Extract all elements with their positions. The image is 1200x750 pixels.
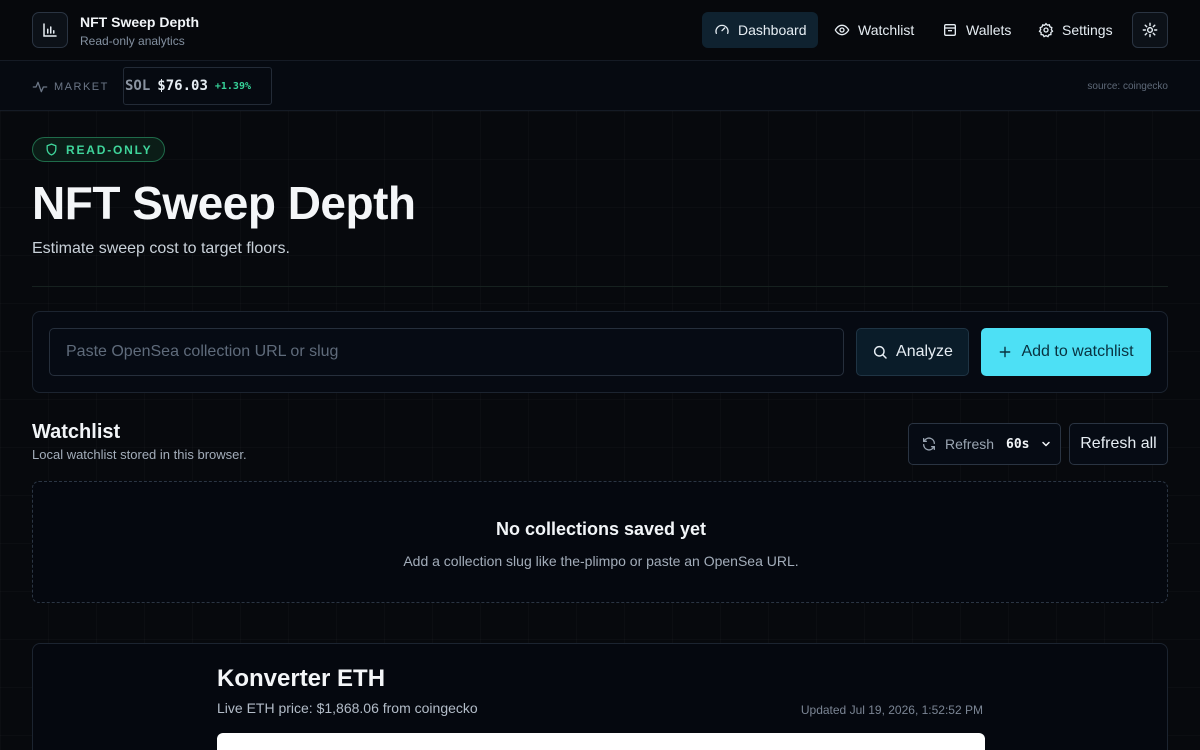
refresh-icon — [923, 437, 935, 451]
nav-watchlist[interactable]: Watchlist — [822, 12, 926, 48]
eth-converter-card: Konverter ETH Live ETH price: $1,868.06 … — [32, 643, 1168, 750]
eye-icon — [834, 24, 850, 36]
watchlist-subtitle: Local watchlist stored in this browser. — [32, 447, 247, 462]
analyze-label: Analyze — [896, 343, 953, 360]
gauge-icon — [715, 24, 729, 34]
brand-subtitle: Read-only analytics — [80, 34, 185, 48]
bar-chart-icon — [43, 23, 57, 37]
nav-settings[interactable]: Settings — [1026, 12, 1125, 48]
add-to-watchlist-label: Add to watchlist — [1021, 343, 1134, 360]
empty-state-title: No collections saved yet — [495, 519, 707, 539]
ticker-change: +1.39% — [214, 80, 251, 92]
watchlist-title: Watchlist — [32, 421, 121, 443]
theme-toggle-button[interactable] — [1132, 12, 1168, 48]
nav-wallets[interactable]: Wallets — [930, 12, 1023, 48]
add-to-watchlist-button[interactable]: Add to watchlist — [981, 328, 1151, 376]
market-label-text: MARKET — [54, 81, 109, 93]
refresh-interval-select[interactable]: Refresh 60s — [908, 423, 1061, 465]
converter-input-panel[interactable] — [217, 733, 985, 750]
market-source: source: coingecko — [1087, 81, 1168, 92]
converter-subtitle: Live ETH price: $1,868.06 from coingecko — [217, 700, 478, 716]
empty-state-subtitle: Add a collection slug like the-plimpo or… — [403, 553, 799, 569]
refresh-label: Refresh — [945, 436, 995, 452]
ticker-price: $76.03 — [157, 78, 208, 94]
market-label: MARKET — [32, 79, 109, 95]
chevron-down-icon — [1041, 441, 1050, 447]
nav-wallets-label: Wallets — [966, 22, 1012, 38]
converter-updated: Updated Jul 19, 2026, 1:52:52 PM — [800, 703, 983, 717]
refresh-all-button[interactable]: Refresh all — [1069, 423, 1168, 465]
gear-icon — [1038, 22, 1054, 38]
page-subtitle: Estimate sweep cost to target floors. — [32, 240, 290, 257]
search-icon — [873, 345, 887, 359]
nav-watchlist-label: Watchlist — [858, 22, 915, 38]
analyze-button[interactable]: Analyze — [856, 328, 969, 376]
activity-icon — [32, 81, 48, 93]
nav-dashboard[interactable]: Dashboard — [702, 12, 818, 48]
section-divider — [32, 286, 1168, 287]
ticker-symbol: SOL — [125, 78, 151, 94]
top-navbar: NFT Sweep Depth Read-only analytics Dash… — [0, 0, 1200, 61]
converter-title: Konverter ETH — [217, 665, 386, 692]
page-title: NFT Sweep Depth — [32, 177, 416, 229]
collection-search-input[interactable] — [49, 328, 844, 376]
market-bar: MARKET SOL $76.03 +1.39% source: coingec… — [0, 61, 1200, 111]
nav-settings-label: Settings — [1062, 22, 1113, 38]
sun-icon — [1142, 22, 1158, 38]
nav-dashboard-label: Dashboard — [738, 22, 807, 38]
brand-logo[interactable] — [32, 12, 68, 48]
refresh-interval-value: 60s — [1006, 436, 1030, 452]
plus-icon — [1000, 346, 1011, 358]
badge-label: READ-ONLY — [66, 142, 153, 157]
wallet-icon — [944, 24, 956, 36]
sol-ticker[interactable]: SOL $76.03 +1.39% — [123, 67, 272, 105]
watchlist-empty-state: No collections saved yet Add a collectio… — [32, 481, 1168, 603]
shield-icon — [46, 143, 57, 156]
brand-title: NFT Sweep Depth — [80, 14, 200, 30]
search-panel: Analyze Add to watchlist — [32, 311, 1168, 393]
read-only-badge: READ-ONLY — [32, 137, 166, 162]
